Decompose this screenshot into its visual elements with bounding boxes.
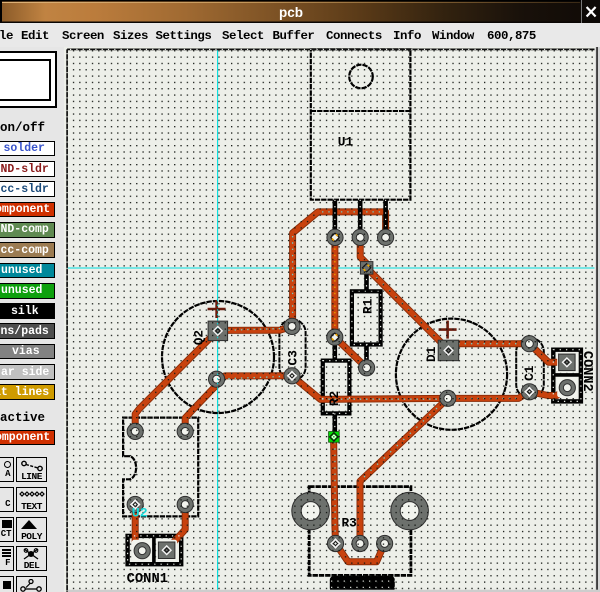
- svg-text:U1: U1: [338, 135, 354, 150]
- svg-text:C3: C3: [286, 350, 301, 366]
- svg-text:D1: D1: [424, 346, 439, 362]
- svg-text:R3: R3: [342, 516, 358, 531]
- svg-text:U2: U2: [132, 506, 148, 521]
- svg-text:R2: R2: [327, 391, 342, 406]
- svg-text:CONN2: CONN2: [579, 351, 594, 392]
- svg-text:CONN1: CONN1: [127, 572, 168, 587]
- svg-text:C1: C1: [522, 365, 537, 381]
- svg-text:Q2: Q2: [192, 330, 207, 345]
- svg-text:R1: R1: [361, 298, 376, 314]
